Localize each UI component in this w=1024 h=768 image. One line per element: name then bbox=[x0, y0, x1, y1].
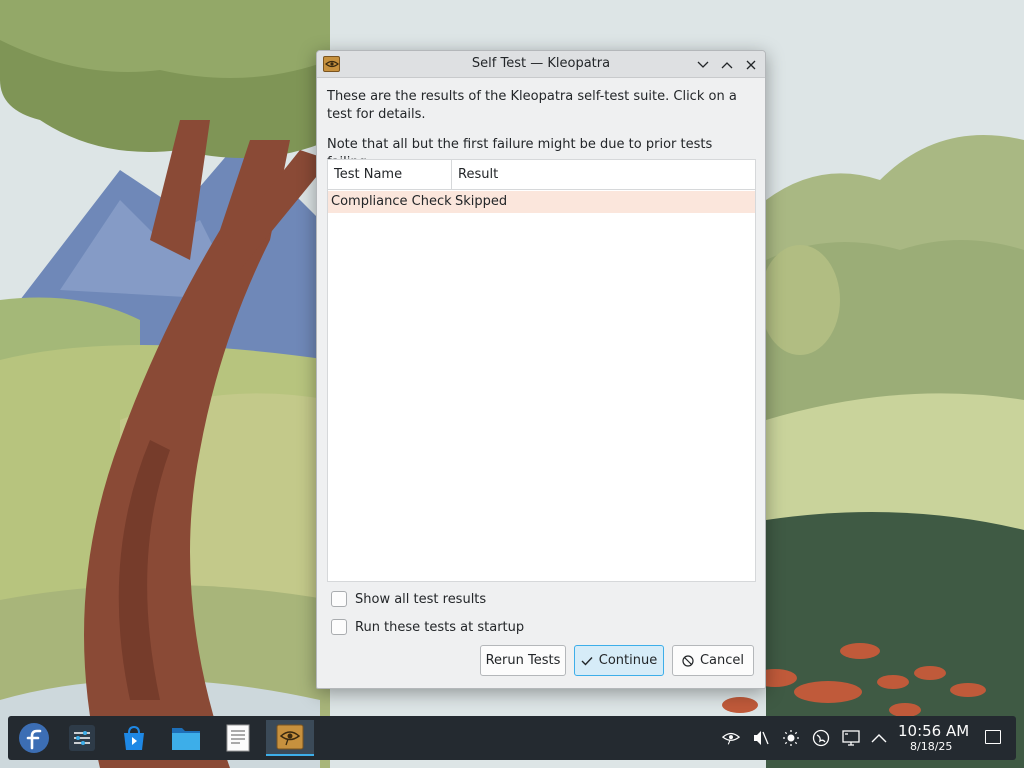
dolphin-file-manager-icon[interactable] bbox=[164, 720, 208, 756]
kleopatra-icon[interactable] bbox=[266, 720, 314, 756]
show-all-results-checkbox-row[interactable]: Show all test results bbox=[331, 590, 486, 608]
cancel-label: Cancel bbox=[699, 653, 745, 668]
checkmark-icon bbox=[581, 656, 593, 666]
self-test-dialog: Self Test — Kleopatra These are the resu… bbox=[316, 50, 766, 689]
continue-label: Continue bbox=[598, 653, 658, 668]
text-editor-icon[interactable] bbox=[216, 720, 260, 756]
clock-date[interactable]: 8/18/25 bbox=[910, 740, 952, 753]
run-at-startup-checkbox[interactable] bbox=[331, 619, 347, 635]
brightness-icon[interactable] bbox=[782, 729, 800, 747]
discover-icon[interactable] bbox=[112, 720, 156, 756]
test-name-cell: Compliance Check bbox=[331, 194, 452, 209]
maximize-button[interactable] bbox=[717, 55, 737, 75]
column-separator bbox=[451, 160, 452, 190]
test-results-table[interactable]: Test Name Result Compliance Check Skippe… bbox=[327, 159, 756, 582]
rerun-tests-label: Rerun Tests bbox=[485, 653, 561, 668]
fedora-launcher-icon[interactable] bbox=[16, 722, 52, 754]
run-at-startup-checkbox-row[interactable]: Run these tests at startup bbox=[331, 618, 524, 636]
kleopatra-tray-icon[interactable] bbox=[722, 729, 740, 747]
test-result-cell: Skipped bbox=[455, 194, 508, 209]
run-at-startup-label[interactable]: Run these tests at startup bbox=[355, 620, 524, 635]
volume-muted-icon[interactable] bbox=[752, 729, 770, 747]
show-desktop-icon[interactable] bbox=[985, 730, 1001, 744]
column-header-test-name[interactable]: Test Name bbox=[334, 167, 402, 182]
rerun-tests-button[interactable]: Rerun Tests bbox=[480, 645, 566, 676]
wired-network-icon[interactable] bbox=[842, 729, 860, 747]
taskbar: 10:56 AM 8/18/25 bbox=[8, 716, 1016, 760]
minimize-button[interactable] bbox=[693, 55, 713, 75]
clock-time[interactable]: 10:56 AM bbox=[898, 722, 969, 740]
show-all-results-checkbox[interactable] bbox=[331, 591, 347, 607]
chevron-down-icon bbox=[697, 61, 709, 68]
cancel-button[interactable]: Cancel bbox=[672, 645, 754, 676]
chevron-up-icon bbox=[721, 62, 733, 69]
close-icon bbox=[746, 60, 756, 70]
continue-button[interactable]: Continue bbox=[574, 645, 664, 676]
chevron-up-icon[interactable] bbox=[870, 729, 888, 747]
intro-text: These are the results of the Kleopatra s… bbox=[327, 89, 737, 122]
close-button[interactable] bbox=[741, 55, 761, 75]
system-settings-icon[interactable] bbox=[60, 720, 104, 756]
dialog-titlebar[interactable]: Self Test — Kleopatra bbox=[317, 51, 765, 78]
show-all-results-label[interactable]: Show all test results bbox=[355, 592, 486, 607]
column-header-result[interactable]: Result bbox=[458, 167, 498, 182]
table-row[interactable]: Compliance Check Skipped bbox=[328, 191, 755, 213]
network-globe-icon[interactable] bbox=[812, 729, 830, 747]
table-header: Test Name Result bbox=[328, 160, 755, 190]
cancel-icon bbox=[682, 654, 694, 667]
